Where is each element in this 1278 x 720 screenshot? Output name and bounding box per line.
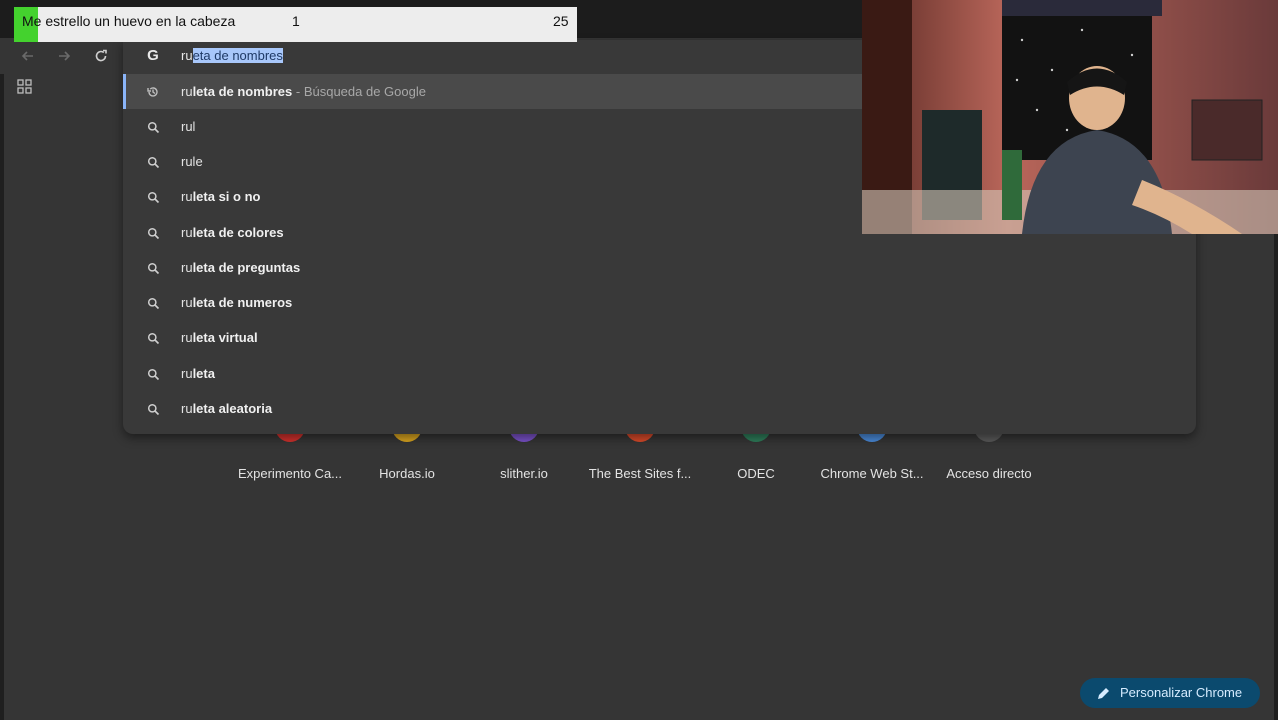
search-icon	[145, 189, 161, 205]
omnibox-suggestion[interactable]: ruleta de preguntas	[123, 250, 863, 285]
omnibox-input[interactable]: rueta de nombres	[181, 46, 283, 66]
suggestion-text: ruleta de preguntas	[181, 260, 300, 275]
suggestion-completion: leta de preguntas	[192, 260, 301, 275]
suggestion-completion: leta de colores	[192, 225, 284, 240]
omnibox-suggestion[interactable]: rule	[123, 144, 863, 179]
suggestion-completion: leta de nombres	[192, 84, 293, 99]
search-icon	[145, 119, 161, 135]
suggestion-prefix: rul	[181, 119, 196, 134]
stream-goal-title: Me estrello un huevo en la cabeza	[22, 13, 236, 29]
omnibox-suggestion[interactable]: ruleta de colores	[123, 215, 863, 250]
suggestion-prefix: ru	[181, 401, 193, 416]
suggestion-completion: leta	[192, 366, 215, 381]
forward-button[interactable]	[52, 44, 76, 68]
omnibox-suggestion[interactable]: ruleta si o no	[123, 179, 863, 214]
search-icon	[145, 295, 161, 311]
suggestion-prefix: ru	[181, 295, 193, 310]
omnibox-suggestion[interactable]: ruleta	[123, 356, 863, 391]
search-icon	[145, 366, 161, 382]
suggestion-text: ruleta aleatoria	[181, 401, 272, 416]
history-icon	[145, 84, 161, 100]
shortcut-tile-label[interactable]: The Best Sites f...	[580, 466, 700, 481]
pencil-icon	[1096, 685, 1112, 701]
suggestion-prefix: ru	[181, 225, 193, 240]
reload-icon	[94, 49, 108, 63]
customize-chrome-label: Personalizar Chrome	[1120, 685, 1243, 700]
shortcut-tile-label[interactable]: Experimento Ca...	[230, 466, 350, 481]
stream-goal-target: 25	[553, 13, 569, 29]
suggestion-text: ruleta si o no	[181, 189, 260, 204]
suggestion-completion: leta virtual	[192, 330, 258, 345]
suggestion-completion: leta si o no	[192, 189, 261, 204]
suggestion-text: ruleta de nombres - Búsqueda de Google	[181, 84, 426, 99]
omnibox-suggestion[interactable]: ruleta de numeros	[123, 285, 863, 320]
suggestion-prefix: ru	[181, 366, 193, 381]
omnibox-typed-text: ru	[181, 48, 193, 63]
arrow-right-icon	[57, 49, 71, 63]
apps-button[interactable]	[14, 78, 36, 100]
reload-button[interactable]	[89, 44, 113, 68]
suggestion-text: ruleta	[181, 366, 215, 381]
back-button[interactable]	[16, 44, 40, 68]
google-icon: G	[147, 47, 159, 64]
suggestion-text: rul	[181, 119, 195, 134]
suggestion-prefix: ru	[181, 330, 193, 345]
suggestion-text: ruleta de numeros	[181, 295, 292, 310]
webcam-feed	[862, 0, 1278, 234]
search-icon	[145, 401, 161, 417]
omnibox-suggestion[interactable]: ruleta virtual	[123, 320, 863, 355]
search-icon	[145, 260, 161, 276]
suggestion-completion: leta aleatoria	[192, 401, 273, 416]
shortcut-tile-label[interactable]: Acceso directo	[929, 466, 1049, 481]
search-icon	[145, 154, 161, 170]
chrome-window: Experimento Ca... Hordas.io slither.io The …	[0, 0, 1278, 720]
customize-chrome-button[interactable]: Personalizar Chrome	[1080, 678, 1260, 708]
shortcut-tile-label[interactable]: slither.io	[464, 466, 584, 481]
apps-grid-icon	[17, 78, 33, 100]
arrow-left-icon	[21, 49, 35, 63]
suggestion-prefix: ru	[181, 84, 193, 99]
omnibox-suggestion[interactable]: rul	[123, 109, 863, 144]
stream-goal-count: 1	[292, 13, 300, 29]
suggestion-text: ruleta de colores	[181, 225, 284, 240]
search-icon	[145, 330, 161, 346]
omnibox-suggestion[interactable]: ruleta aleatoria	[123, 391, 863, 426]
suggestion-prefix: ru	[181, 260, 193, 275]
shortcut-tile-label[interactable]: Hordas.io	[347, 466, 467, 481]
search-icon	[145, 225, 161, 241]
suggestion-completion: leta de numeros	[192, 295, 293, 310]
shortcut-tile-label[interactable]: Chrome Web St...	[812, 466, 932, 481]
suggestion-source: - Búsqueda de Google	[292, 84, 426, 99]
suggestion-text: rule	[181, 154, 203, 169]
suggestion-prefix: ru	[181, 189, 193, 204]
omnibox-autocomplete-text: eta de nombres	[192, 48, 283, 63]
suggestion-text: ruleta virtual	[181, 330, 258, 345]
shortcut-tile-label[interactable]: ODEC	[696, 466, 816, 481]
suggestion-prefix: rule	[181, 154, 203, 169]
